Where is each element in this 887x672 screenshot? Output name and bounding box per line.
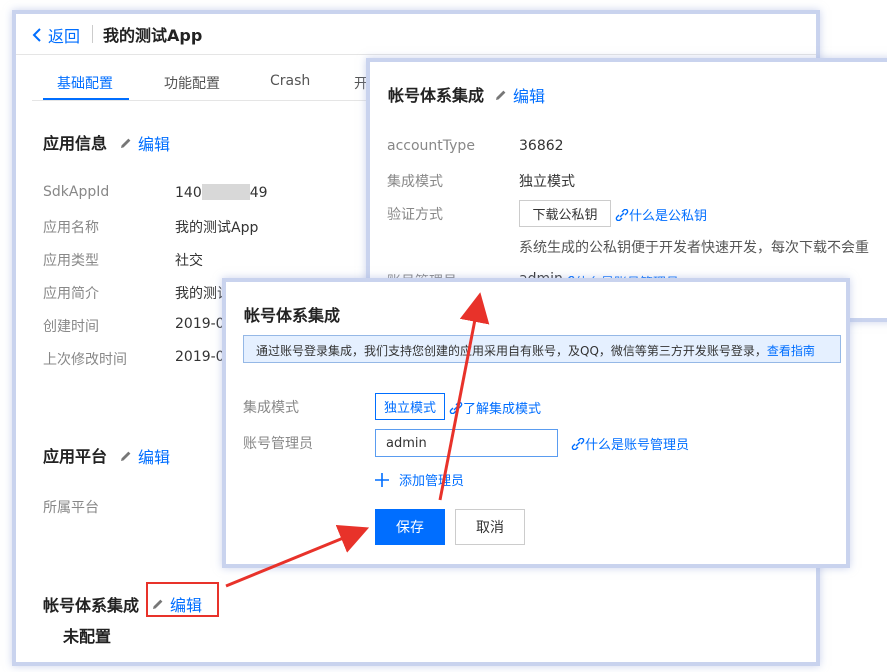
notice-bar: 通过账号登录集成，我们支持您创建的应用采用自有账号，及QQ，微信等第三方开发账号… [243, 335, 841, 363]
mode-value: 独立模式 [519, 174, 575, 190]
learn-mode-link-label: 了解集成模式 [463, 402, 542, 417]
redacted-mask [201, 184, 250, 200]
account-config-result-panel: 帐号体系集成 编辑 accountType 36862 集成模式 独立模式 验证… [370, 62, 887, 318]
page-title: 我的测试App [103, 26, 203, 45]
chevron-left-icon [32, 28, 41, 42]
row-value-sdkappid: 140 49 [175, 184, 268, 201]
pencil-icon [153, 599, 163, 609]
admin-input[interactable] [375, 429, 558, 457]
learn-mode-link[interactable]: 了解集成模式 [449, 398, 541, 417]
link-icon [449, 401, 463, 414]
result-edit-label: 编辑 [513, 87, 546, 106]
account-section-title: 帐号体系集成 [43, 596, 140, 615]
pencil-icon [121, 138, 131, 148]
plus-icon [375, 472, 389, 487]
row-label-platform: 所属平台 [43, 500, 99, 516]
link-icon [571, 437, 585, 450]
tab-crash[interactable]: Crash [270, 73, 310, 89]
form-mode-label: 集成模式 [243, 400, 299, 416]
tab-feature-config[interactable]: 功能配置 [164, 73, 220, 93]
app-info-edit-label: 编辑 [138, 135, 171, 154]
result-title: 帐号体系集成 [388, 86, 485, 105]
save-button[interactable]: 保存 [375, 509, 445, 545]
account-type-label: accountType [387, 138, 475, 154]
what-key-link[interactable]: 什么是公私钥 [615, 205, 707, 224]
pencil-icon [496, 90, 506, 100]
notice-guide-link[interactable]: 查看指南 [767, 344, 815, 358]
row-value-app-desc: 我的测试 [175, 286, 231, 302]
account-section-edit-label: 编辑 [170, 596, 203, 615]
what-key-link-label: 什么是公私钥 [629, 209, 708, 224]
app-info-edit[interactable]: 编辑 [120, 131, 170, 155]
back-label: 返回 [48, 27, 81, 46]
verify-label: 验证方式 [387, 207, 443, 223]
row-label-app-type: 应用类型 [43, 253, 99, 269]
form-what-admin-link[interactable]: 什么是账号管理员 [571, 434, 689, 453]
row-value-modified: 2019-01 [175, 349, 234, 365]
form-what-admin-link-label: 什么是账号管理员 [585, 438, 690, 453]
row-label-sdkappid: SdkAppId [43, 184, 110, 200]
back-button[interactable]: 返回 [32, 23, 80, 47]
row-value-app-name: 我的测试App [175, 220, 259, 236]
mode-label: 集成模式 [387, 174, 443, 190]
row-label-created: 创建时间 [43, 319, 99, 335]
pencil-icon [121, 451, 131, 461]
row-label-app-desc: 应用简介 [43, 286, 99, 302]
link-icon [615, 208, 629, 221]
key-note: 系统生成的公私钥便于开发者快速开发，每次下载不会重 [519, 240, 869, 256]
form-admin-label: 账号管理员 [243, 436, 313, 452]
add-admin-button[interactable]: 添加管理员 [375, 470, 464, 489]
account-type-value: 36862 [519, 138, 564, 154]
app-info-title: 应用信息 [43, 134, 108, 153]
account-status: 未配置 [63, 627, 112, 646]
account-section-edit[interactable]: 编辑 [152, 592, 202, 616]
row-value-created: 2019-01 [175, 316, 234, 332]
row-value-app-type: 社交 [175, 253, 203, 269]
account-config-edit-dialog: 帐号体系集成 通过账号登录集成，我们支持您创建的应用采用自有账号，及QQ，微信等… [226, 282, 846, 564]
row-label-modified: 上次修改时间 [43, 352, 127, 368]
platform-edit[interactable]: 编辑 [120, 444, 170, 468]
download-keys-button[interactable]: 下载公私钥 [519, 200, 611, 227]
notice-text: 通过账号登录集成，我们支持您创建的应用采用自有账号，及QQ，微信等第三方开发账号… [256, 344, 767, 358]
platform-title: 应用平台 [43, 447, 108, 466]
header-line [16, 54, 816, 55]
add-admin-label: 添加管理员 [399, 474, 465, 489]
platform-edit-label: 编辑 [138, 448, 171, 467]
row-label-app-name: 应用名称 [43, 220, 99, 236]
edit-dialog-title: 帐号体系集成 [244, 306, 341, 325]
tab-more[interactable]: 开 [354, 73, 368, 93]
header-divider [92, 25, 93, 43]
result-edit[interactable]: 编辑 [495, 83, 545, 107]
tab-basic-config[interactable]: 基础配置 [57, 73, 113, 93]
independent-mode-button[interactable]: 独立模式 [375, 393, 445, 420]
cancel-button[interactable]: 取消 [455, 509, 525, 545]
